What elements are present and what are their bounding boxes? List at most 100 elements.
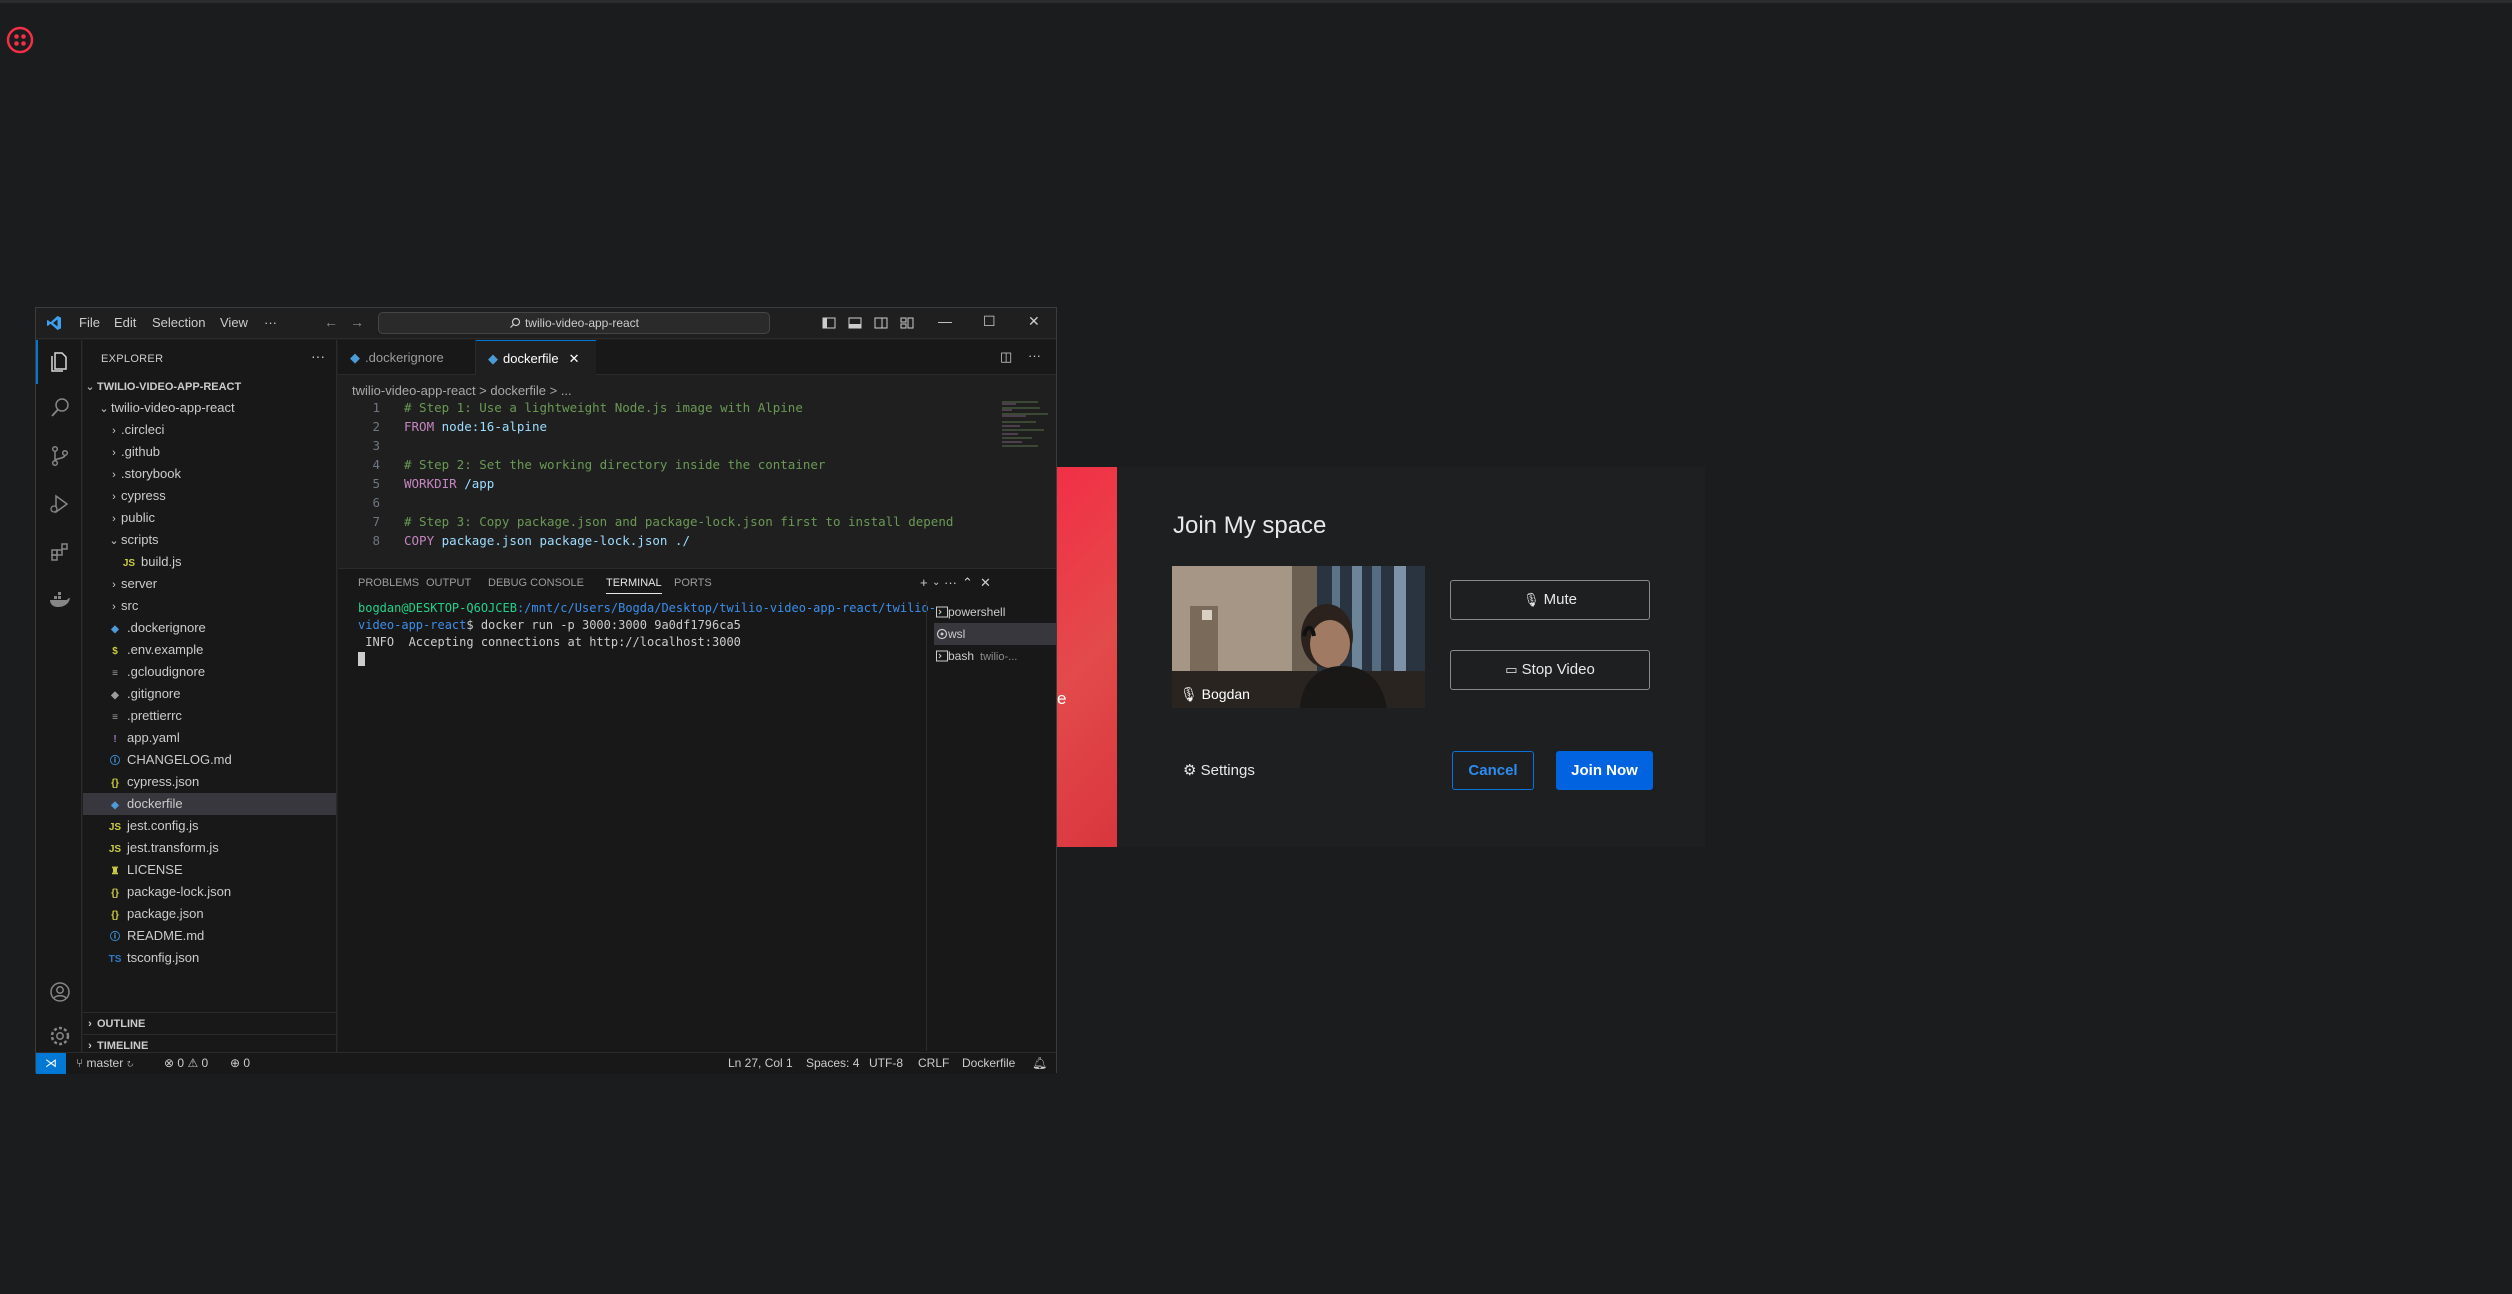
remote-indicator-icon[interactable]: ⋊ xyxy=(36,1053,66,1074)
branch-status[interactable]: ⑂ master ↻ xyxy=(76,1056,134,1070)
maximize-icon[interactable]: ☐ xyxy=(983,313,996,330)
language-mode[interactable]: Dockerfile xyxy=(962,1056,1015,1070)
terminal-instance[interactable]: bash twilio-... xyxy=(934,645,1056,667)
code-line: 6 xyxy=(338,495,958,514)
tree-file[interactable]: ◆ .dockerignore xyxy=(83,617,336,639)
tree-file[interactable]: TS tsconfig.json xyxy=(83,947,336,969)
workspace-label: TWILIO-VIDEO-APP-REACT xyxy=(97,381,242,393)
command-center-search[interactable]: twilio-video-app-react xyxy=(378,312,770,334)
panel-tab-output[interactable]: OUTPUT xyxy=(426,577,471,589)
settings-button[interactable]: ⚙︎ Settings xyxy=(1183,761,1255,779)
error-count: 0 xyxy=(177,1056,185,1070)
tree-file[interactable]: ≡ .gcloudignore xyxy=(83,661,336,683)
account-icon[interactable] xyxy=(48,980,72,1004)
editor-more-icon[interactable]: ··· xyxy=(1028,348,1041,363)
panel-tab-terminal[interactable]: TERMINAL xyxy=(606,577,662,594)
notifications-bell-icon[interactable]: 🔔︎ xyxy=(1032,1056,1047,1070)
outline-section[interactable]: › OUTLINE xyxy=(83,1012,336,1034)
tree-file[interactable]: JS jest.config.js xyxy=(83,815,336,837)
panel-tab-problems[interactable]: PROBLEMS xyxy=(358,577,419,589)
workspace-header[interactable]: ⌄ TWILIO-VIDEO-APP-REACT xyxy=(83,375,336,397)
mute-button[interactable]: 🎙︎ Mute xyxy=(1450,580,1650,620)
code-editor[interactable]: 1 # Step 1: Use a lightweight Node.js ima… xyxy=(338,400,958,568)
settings-gear-icon[interactable] xyxy=(48,1024,72,1048)
extensions-icon[interactable] xyxy=(48,540,72,564)
terminal-instance[interactable]: wsl xyxy=(934,623,1056,645)
js-file-icon: JS xyxy=(108,822,122,833)
ports-status[interactable]: ⊕ 0 xyxy=(230,1056,250,1070)
warning-icon: ⚠ xyxy=(187,1056,199,1070)
docker-icon[interactable] xyxy=(48,588,72,612)
toggle-sidebar-icon[interactable] xyxy=(822,316,836,330)
breadcrumb[interactable]: twilio-video-app-react > dockerfile > ..… xyxy=(352,383,572,398)
twilio-logo-icon[interactable] xyxy=(6,26,34,54)
tree-file[interactable]: ⓘ README.md xyxy=(83,925,336,947)
tree-folder[interactable]: › src xyxy=(83,595,336,617)
tree-folder[interactable]: › public xyxy=(83,507,336,529)
tree-file[interactable]: ! app.yaml xyxy=(83,727,336,749)
tab-dockerignore[interactable]: ◆ .dockerignore xyxy=(338,340,476,375)
root-folder[interactable]: ⌄ twilio-video-app-react xyxy=(83,397,336,419)
close-tab-icon[interactable]: ✕ xyxy=(569,351,580,366)
tree-file[interactable]: ⓘ CHANGELOG.md xyxy=(83,749,336,771)
tree-file[interactable]: $ .env.example xyxy=(83,639,336,661)
explorer-more-icon[interactable]: ··· xyxy=(311,348,325,364)
terminal-dropdown-icon[interactable]: ⌄ xyxy=(932,577,940,588)
tree-file[interactable]: {} cypress.json xyxy=(83,771,336,793)
terminal-instance[interactable]: powershell xyxy=(934,601,1056,623)
stop-video-button[interactable]: ▭ Stop Video xyxy=(1450,650,1650,690)
toggle-secondary-sidebar-icon[interactable] xyxy=(874,316,888,330)
minimize-icon[interactable]: — xyxy=(938,313,952,329)
indentation[interactable]: Spaces: 4 xyxy=(806,1056,859,1070)
tree-folder[interactable]: ⌄ scripts xyxy=(83,529,336,551)
split-editor-icon[interactable]: ◫ xyxy=(1000,349,1012,365)
menu-more[interactable]: ··· xyxy=(264,315,277,330)
maximize-panel-icon[interactable]: ⌃ xyxy=(962,575,973,591)
active-indicator xyxy=(36,340,38,384)
forward-arrow-icon[interactable]: → xyxy=(350,314,364,330)
tree-file[interactable]: JS build.js xyxy=(83,551,336,573)
tree-file[interactable]: ◆ dockerfile xyxy=(83,793,336,815)
cancel-button[interactable]: Cancel xyxy=(1452,751,1534,790)
search-view-icon[interactable] xyxy=(48,396,72,420)
tab-dockerfile[interactable]: ◆ dockerfile ✕ xyxy=(476,340,596,375)
toggle-panel-icon[interactable] xyxy=(848,316,862,330)
tree-file[interactable]: {} package.json xyxy=(83,903,336,925)
cursor-position[interactable]: Ln 27, Col 1 xyxy=(728,1056,793,1070)
panel-more-icon[interactable]: ··· xyxy=(944,575,957,590)
customize-layout-icon[interactable] xyxy=(900,316,914,330)
panel-tab-ports[interactable]: PORTS xyxy=(674,577,712,589)
tree-file[interactable]: {} package-lock.json xyxy=(83,881,336,903)
panel-tab-debug-console[interactable]: DEBUG CONSOLE xyxy=(488,577,584,589)
close-panel-icon[interactable]: ✕ xyxy=(980,575,991,591)
terminal-divider xyxy=(926,601,927,1051)
run-debug-icon[interactable] xyxy=(48,492,72,516)
menu-selection[interactable]: Selection xyxy=(152,315,205,330)
menu-file[interactable]: File xyxy=(79,315,100,330)
tree-folder[interactable]: › server xyxy=(83,573,336,595)
line-ending[interactable]: CRLF xyxy=(918,1056,949,1070)
back-arrow-icon[interactable]: ← xyxy=(324,314,338,330)
tree-folder[interactable]: › .github xyxy=(83,441,336,463)
close-window-icon[interactable]: ✕ xyxy=(1028,313,1040,330)
minimap[interactable] xyxy=(1000,400,1050,460)
encoding[interactable]: UTF-8 xyxy=(869,1056,903,1070)
tree-file[interactable]: ≡ .prettierrc xyxy=(83,705,336,727)
tree-item-label: .gcloudignore xyxy=(127,664,206,679)
source-control-icon[interactable] xyxy=(48,444,72,468)
problems-status[interactable]: ⊗ 0 ⚠ 0 xyxy=(164,1056,208,1070)
tree-folder[interactable]: › .circleci xyxy=(83,419,336,441)
tree-file[interactable]: ♜ LICENSE xyxy=(83,859,336,881)
tree-file[interactable]: JS jest.transform.js xyxy=(83,837,336,859)
tree-folder[interactable]: › .storybook xyxy=(83,463,336,485)
explorer-icon[interactable] xyxy=(48,350,72,374)
tree-file[interactable]: ◆ .gitignore xyxy=(83,683,336,705)
menu-edit[interactable]: Edit xyxy=(114,315,136,330)
new-terminal-icon[interactable]: + xyxy=(920,575,928,590)
join-now-button[interactable]: Join Now xyxy=(1556,751,1653,790)
menu-view[interactable]: View xyxy=(220,315,248,330)
error-icon: ⊗ xyxy=(164,1056,175,1070)
terminal-output[interactable]: bogdan@DESKTOP-Q6OJCEB:/mnt/c/Users/Bogd… xyxy=(358,601,936,669)
tree-folder[interactable]: › cypress xyxy=(83,485,336,507)
explorer-title: EXPLORER xyxy=(101,353,164,365)
